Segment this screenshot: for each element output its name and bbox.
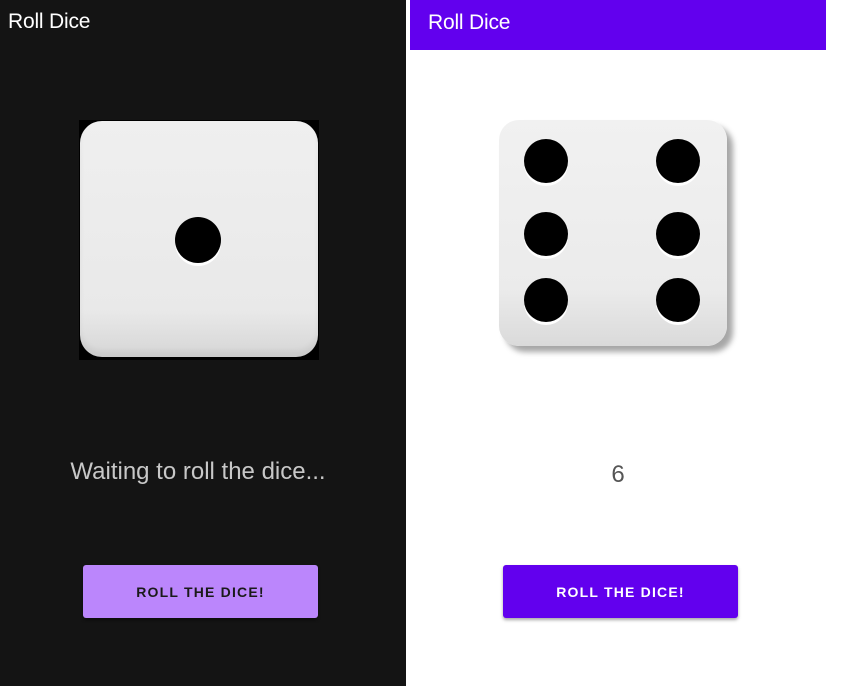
dice-pip xyxy=(524,139,568,183)
dice-result-text: 6 xyxy=(611,461,625,488)
dice-pip xyxy=(656,139,700,183)
dice-six-icon xyxy=(499,120,727,346)
roll-dice-button[interactable]: ROLL THE DICE! xyxy=(83,565,318,618)
app-bar: Roll Dice xyxy=(410,0,826,50)
roll-dice-button[interactable]: ROLL THE DICE! xyxy=(503,565,738,618)
dice-pip xyxy=(524,278,568,322)
app-title: Roll Dice xyxy=(428,11,511,34)
app-title: Roll Dice xyxy=(8,10,91,33)
dice-pip xyxy=(656,212,700,256)
screenshot-canvas: Roll Dice Waiting to roll the dice... RO… xyxy=(0,0,850,686)
status-text: Waiting to roll the dice... xyxy=(70,458,326,485)
dice-pip xyxy=(656,278,700,322)
dice-one-icon xyxy=(80,121,318,357)
app-bar: Roll Dice xyxy=(0,0,406,44)
light-theme-screen: Roll Dice 6 ROLL THE DICE! xyxy=(410,0,826,686)
dice-pip xyxy=(524,212,568,256)
dice-pip xyxy=(175,217,221,263)
dark-theme-screen: Roll Dice Waiting to roll the dice... RO… xyxy=(0,0,406,686)
